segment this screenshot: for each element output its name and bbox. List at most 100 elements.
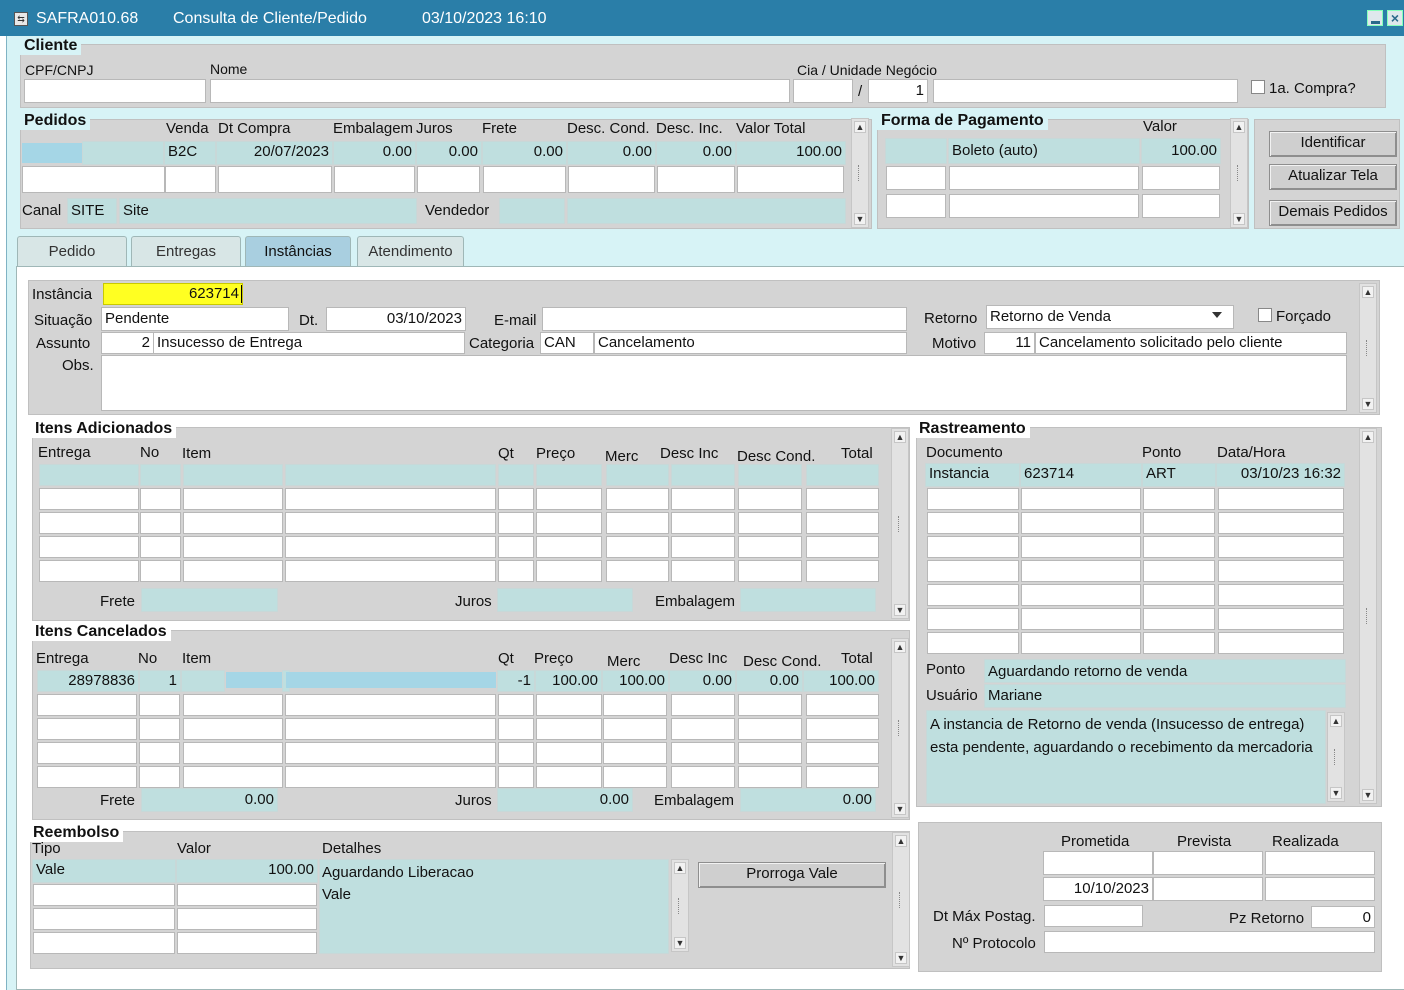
- ia-grid-cell[interactable]: [606, 512, 669, 534]
- reembolso-row4-tipo[interactable]: [33, 932, 175, 954]
- dt-max-postag-field[interactable]: [1044, 905, 1143, 927]
- tab-instancias[interactable]: Instâncias: [245, 236, 351, 267]
- ped-row2-c4[interactable]: [334, 166, 415, 193]
- instancia-scrollbar[interactable]: ▲ ▼: [1359, 283, 1377, 413]
- ia-grid-cell[interactable]: [536, 464, 602, 486]
- ia-grid-cell[interactable]: [183, 512, 283, 534]
- ic-grid-cell[interactable]: [603, 766, 667, 788]
- itens-adicionados-scrollbar[interactable]: ▲ ▼: [891, 428, 909, 619]
- cpf-field[interactable]: [24, 79, 206, 103]
- scroll-up-icon[interactable]: ▲: [1330, 715, 1342, 727]
- rast-grid-cell[interactable]: [927, 488, 1019, 510]
- rast-grid-cell[interactable]: [1143, 584, 1215, 606]
- ped-row2-c2[interactable]: [165, 166, 216, 193]
- scroll-up-icon[interactable]: ▲: [854, 121, 866, 133]
- ped-row2-c1[interactable]: [22, 166, 165, 193]
- pedidos-scrollbar[interactable]: ▲ ▼: [851, 118, 869, 228]
- ic-grid-cell[interactable]: [671, 766, 735, 788]
- ia-grid-cell[interactable]: [39, 512, 139, 534]
- ia-grid-cell[interactable]: [671, 560, 735, 582]
- app-icon[interactable]: ⇆: [14, 12, 28, 26]
- scroll-down-icon[interactable]: ▼: [1362, 789, 1374, 801]
- ia-grid-cell[interactable]: [285, 536, 496, 558]
- scroll-up-icon[interactable]: ▲: [894, 641, 906, 653]
- motivo-code[interactable]: 11: [984, 332, 1035, 354]
- tab-entregas[interactable]: Entregas: [131, 236, 241, 267]
- rast-grid-cell[interactable]: [1143, 536, 1215, 558]
- rast-grid-cell[interactable]: [927, 536, 1019, 558]
- ic-grid-cell[interactable]: [139, 694, 180, 716]
- ia-grid-cell[interactable]: [140, 560, 181, 582]
- ia-grid-cell[interactable]: [606, 560, 669, 582]
- scroll-down-icon[interactable]: ▼: [894, 604, 906, 616]
- ia-grid-cell[interactable]: [39, 464, 139, 486]
- ic-grid-cell[interactable]: [139, 742, 180, 764]
- scroll-down-icon[interactable]: ▼: [1362, 398, 1374, 410]
- nome-field[interactable]: [210, 79, 790, 103]
- rast-grid-cell[interactable]: [1143, 608, 1215, 630]
- ic-row1-preco[interactable]: 100.00: [535, 670, 602, 692]
- scroll-down-icon[interactable]: ▼: [674, 937, 686, 949]
- scroll-up-icon[interactable]: ▲: [1362, 286, 1374, 298]
- ia-grid-cell[interactable]: [285, 464, 496, 486]
- ia-grid-cell[interactable]: [671, 512, 735, 534]
- demais-pedidos-button[interactable]: Demais Pedidos: [1269, 200, 1397, 226]
- ic-grid-cell[interactable]: [671, 718, 735, 740]
- tab-atendimento[interactable]: Atendimento: [357, 236, 464, 267]
- rast-row1-ponto[interactable]: ART: [1142, 463, 1216, 487]
- pagamento-scrollbar[interactable]: ▲ ▼: [1230, 118, 1248, 228]
- ic-grid-cell[interactable]: [738, 742, 802, 764]
- rast-mensagem[interactable]: A instancia de Retorno de venda (Insuces…: [926, 710, 1326, 804]
- realizada-row1[interactable]: [1265, 851, 1375, 875]
- vendedor-code[interactable]: [499, 198, 565, 224]
- atualizar-tela-button[interactable]: Atualizar Tela: [1269, 164, 1397, 190]
- ic-row1-item-desc[interactable]: [286, 672, 496, 688]
- scroll-down-icon[interactable]: ▼: [1233, 213, 1245, 225]
- ia-grid-cell[interactable]: [806, 536, 879, 558]
- ia-grid-cell[interactable]: [285, 512, 496, 534]
- ped-row1-juros[interactable]: 0.00: [416, 141, 482, 165]
- ia-grid-cell[interactable]: [498, 464, 534, 486]
- ic-grid-cell[interactable]: [183, 766, 283, 788]
- ic-row1-descinc[interactable]: 0.00: [669, 670, 736, 692]
- ia-frete-field[interactable]: [141, 588, 278, 612]
- reembolso-scrollbar[interactable]: ▲ ▼: [892, 832, 910, 967]
- scroll-up-icon[interactable]: ▲: [1233, 121, 1245, 133]
- scroll-up-icon[interactable]: ▲: [895, 835, 907, 847]
- ia-embalagem-field[interactable]: [740, 588, 876, 612]
- ic-grid-cell[interactable]: [536, 718, 602, 740]
- rast-grid-cell[interactable]: [1143, 488, 1215, 510]
- ia-grid-cell[interactable]: [39, 536, 139, 558]
- rast-grid-cell[interactable]: [1143, 560, 1215, 582]
- rast-grid-cell[interactable]: [927, 560, 1019, 582]
- ia-grid-cell[interactable]: [806, 512, 879, 534]
- ic-row1-merc[interactable]: 100.00: [602, 670, 669, 692]
- ia-grid-cell[interactable]: [498, 560, 534, 582]
- ped-row1-valortotal[interactable]: 100.00: [736, 141, 846, 165]
- pag-row3-c1[interactable]: [886, 194, 946, 218]
- prevista-row2[interactable]: [1153, 877, 1263, 901]
- ic-grid-cell[interactable]: [285, 742, 496, 764]
- rast-ponto-field[interactable]: Aguardando retorno de venda: [984, 659, 1346, 683]
- rast-grid-cell[interactable]: [927, 512, 1019, 534]
- ic-row1-item-code[interactable]: [226, 672, 282, 688]
- ic-row1-desccond[interactable]: 0.00: [736, 670, 803, 692]
- rast-grid-cell[interactable]: [1218, 560, 1344, 582]
- itens-cancelados-scrollbar[interactable]: ▲ ▼: [891, 638, 909, 818]
- obs-field[interactable]: [101, 355, 1347, 411]
- ic-grid-cell[interactable]: [536, 694, 602, 716]
- ia-grid-cell[interactable]: [39, 488, 139, 510]
- ia-grid-cell[interactable]: [183, 464, 283, 486]
- ia-grid-cell[interactable]: [183, 488, 283, 510]
- ic-grid-cell[interactable]: [671, 694, 735, 716]
- ia-grid-cell[interactable]: [285, 560, 496, 582]
- ped-row2-c6[interactable]: [483, 166, 566, 193]
- ia-grid-cell[interactable]: [738, 488, 802, 510]
- ic-grid-cell[interactable]: [806, 766, 879, 788]
- ped-row1-descinc[interactable]: 0.00: [656, 141, 736, 165]
- ic-grid-cell[interactable]: [806, 718, 879, 740]
- ia-grid-cell[interactable]: [806, 560, 879, 582]
- ia-grid-cell[interactable]: [738, 464, 802, 486]
- pag-row1-c1[interactable]: [885, 138, 947, 164]
- rast-usuario-field[interactable]: Mariane: [984, 684, 1346, 708]
